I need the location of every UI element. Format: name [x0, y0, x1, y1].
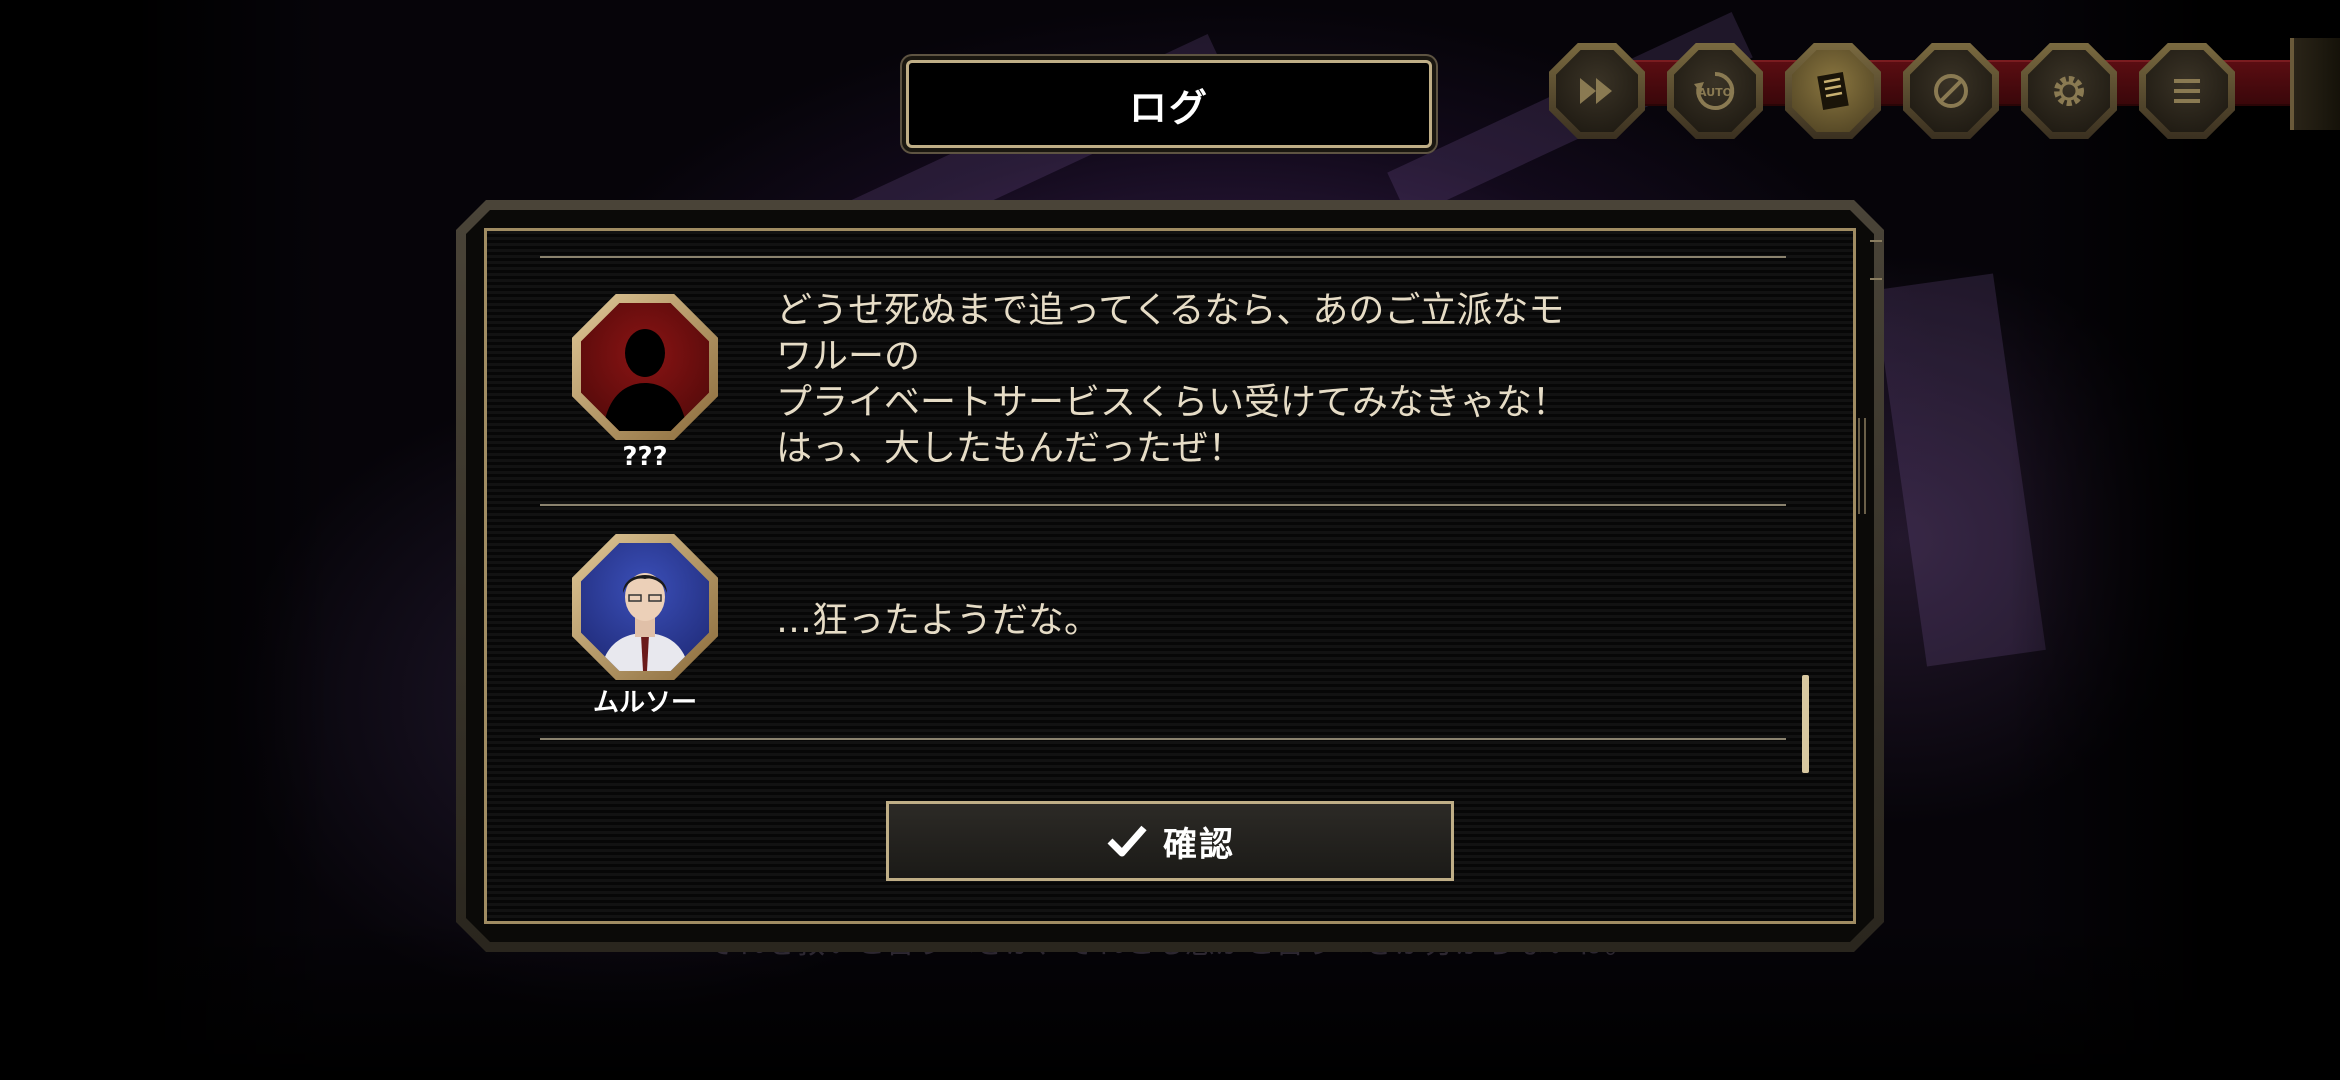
meursault-portrait-icon: [601, 573, 689, 671]
panel-side-notch: [1858, 418, 1866, 514]
dialogue-text: どうせ死ぬまで追ってくるなら、あのご立派なモ ワルーの プライベートサービスくら…: [776, 290, 1569, 469]
fast-forward-icon: [1580, 78, 1612, 104]
confirm-label: 確認: [1163, 824, 1235, 865]
speaker-avatar: [572, 534, 718, 680]
confirm-button[interactable]: 確認: [886, 801, 1454, 881]
log-entry: ムルソー …狂ったようだな。: [540, 506, 1786, 738]
speaker-avatar: [572, 294, 718, 440]
speaker-name: ???: [622, 442, 668, 472]
toolbar-handle[interactable]: [2290, 38, 2340, 130]
top-toolbar: AUTO: [1545, 38, 2340, 139]
menu-button[interactable]: [2139, 43, 2235, 139]
hide-icon: [1934, 74, 1968, 108]
log-entry: ??? どうせ死ぬまで追ってくるなら、あのご立派なモ ワルーの プライベートサー…: [540, 258, 1786, 504]
log-scrollbar[interactable]: [1802, 675, 1809, 773]
menu-icon: [2174, 79, 2200, 103]
log-title: ログ: [1128, 85, 1209, 130]
auto-label: AUTO: [1698, 86, 1732, 99]
dialogue-text: …狂ったようだな。: [776, 600, 1101, 641]
checkmark-icon: [1107, 825, 1147, 857]
log-document-icon: [1817, 72, 1849, 110]
fast-forward-button[interactable]: [1549, 43, 1645, 139]
log-button[interactable]: [1785, 43, 1881, 139]
hide-ui-button[interactable]: [1903, 43, 1999, 139]
log-title-plate: ログ: [906, 60, 1432, 148]
gear-icon: [2054, 76, 2084, 106]
silhouette-avatar-icon: [603, 329, 687, 431]
settings-button[interactable]: [2021, 43, 2117, 139]
speaker-name: ムルソー: [592, 688, 697, 718]
auto-button[interactable]: AUTO: [1667, 43, 1763, 139]
panel-side-notch-top: [1870, 240, 1882, 280]
auto-icon: AUTO: [1694, 71, 1735, 110]
entry-divider: [540, 738, 1786, 740]
